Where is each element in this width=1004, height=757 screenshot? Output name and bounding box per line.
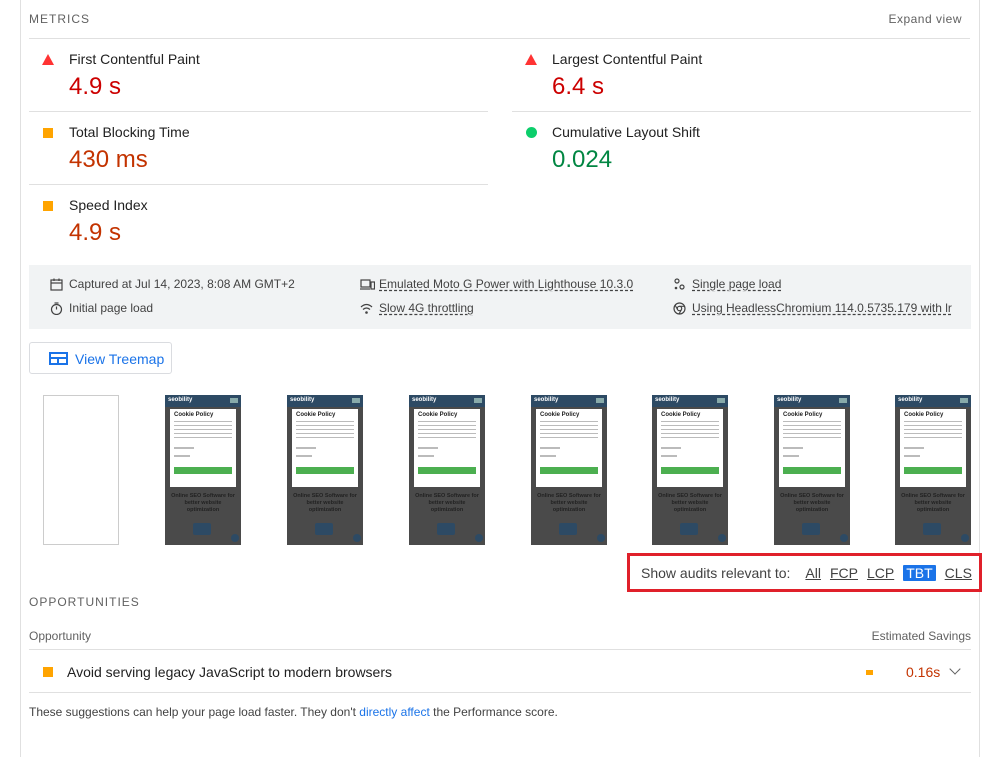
info-captured: Captured at Jul 14, 2023, 8:08 AM GMT+2 — [50, 277, 295, 291]
metric-label: First Contentful Paint — [69, 51, 200, 67]
devices-icon — [360, 278, 376, 291]
metrics-title: METRICS — [29, 12, 90, 26]
average-square-icon — [43, 667, 53, 677]
filmstrip-headline: Online SEO Software for better website o… — [415, 493, 479, 513]
filmstrip-frame: seobility Cookie Policy Online SEO Softw… — [652, 395, 728, 545]
average-square-icon — [43, 128, 53, 138]
metric-label: Total Blocking Time — [69, 124, 190, 140]
filmstrip-logo: seobility — [534, 397, 559, 403]
filter-cls-link[interactable]: CLS — [945, 565, 972, 581]
metric-value: 0.024 — [552, 146, 613, 173]
filmstrip-frame: seobility Cookie Policy Online SEO Softw… — [287, 395, 363, 545]
chrome-icon — [673, 301, 686, 315]
metric-value: 4.9 s — [69, 73, 122, 100]
fail-triangle-icon — [42, 54, 54, 65]
filmstrip-frame: seobility Cookie Policy Online SEO Softw… — [165, 395, 241, 545]
signal-icon — [360, 302, 373, 315]
filmstrip-logo: seobility — [290, 397, 315, 403]
opportunity-column-label: Opportunity — [29, 629, 92, 643]
treemap-icon — [49, 352, 68, 365]
filmstrip-card-title: Cookie Policy — [296, 412, 336, 418]
opportunity-label: Avoid serving legacy JavaScript to moder… — [67, 664, 393, 680]
metric-largest-contentful-paint: Largest Contentful Paint 6.4 s — [512, 39, 971, 112]
filmstrip-headline: Online SEO Software for better website o… — [293, 493, 357, 513]
filmstrip-logo: seobility — [168, 397, 193, 403]
opportunities-title: OPPORTUNITIES — [29, 595, 140, 609]
filmstrip-card-title: Cookie Policy — [783, 412, 823, 418]
filmstrip-frame: seobility Cookie Policy Online SEO Softw… — [409, 395, 485, 545]
pass-circle-icon — [526, 127, 537, 138]
filmstrip-card-title: Cookie Policy — [418, 412, 458, 418]
fail-triangle-icon — [525, 54, 537, 65]
metrics-header: METRICS Expand view — [29, 12, 970, 39]
filter-fcp-link[interactable]: FCP — [830, 565, 858, 581]
filmstrip-frame: seobility Cookie Policy Online SEO Softw… — [895, 395, 971, 545]
filmstrip-headline: Online SEO Software for better website o… — [537, 493, 601, 513]
average-square-icon — [43, 201, 53, 211]
directly-affect-link[interactable]: directly affect — [359, 705, 429, 719]
info-device[interactable]: Emulated Moto G Power with Lighthouse 10… — [360, 277, 633, 291]
filmstrip-logo: seobility — [412, 397, 437, 403]
info-browser[interactable]: Using HeadlessChromium 114.0.5735.179 wi… — [673, 301, 952, 315]
filmstrip-headline: Online SEO Software for better website o… — [901, 493, 965, 513]
metric-total-blocking-time: Total Blocking Time 430 ms — [29, 112, 488, 185]
metric-cumulative-layout-shift: Cumulative Layout Shift 0.024 — [512, 112, 971, 185]
audit-filter-highlight: Show audits relevant to: All FCP LCP TBT… — [627, 553, 982, 592]
filmstrip-frame-blank — [43, 395, 119, 545]
runtime-info-box: Captured at Jul 14, 2023, 8:08 AM GMT+2 … — [29, 265, 971, 329]
opportunity-row-legacy-javascript[interactable]: Avoid serving legacy JavaScript to moder… — [29, 651, 971, 693]
filter-lcp-link[interactable]: LCP — [867, 565, 894, 581]
filmstrip-frame: seobility Cookie Policy Online SEO Softw… — [531, 395, 607, 545]
metric-value: 6.4 s — [552, 73, 605, 100]
filmstrip-headline: Online SEO Software for better website o… — [171, 493, 235, 513]
info-captured-text: Captured at Jul 14, 2023, 8:08 AM GMT+2 — [69, 277, 295, 291]
metric-label: Cumulative Layout Shift — [552, 124, 700, 140]
filmstrip-card-title: Cookie Policy — [540, 412, 580, 418]
session-icon — [673, 277, 686, 291]
info-page-load[interactable]: Single page load — [673, 277, 781, 291]
metric-speed-index: Speed Index 4.9 s — [29, 185, 488, 258]
info-throttling[interactable]: Slow 4G throttling — [360, 301, 474, 315]
stopwatch-icon — [50, 301, 63, 315]
filmstrip-logo: seobility — [898, 397, 923, 403]
metric-value: 430 ms — [69, 146, 148, 173]
info-page-load-text[interactable]: Single page load — [692, 277, 781, 291]
view-treemap-label: View Treemap — [75, 351, 165, 367]
footer-text-before: These suggestions can help your page loa… — [29, 705, 360, 719]
filmstrip-card-title: Cookie Policy — [661, 412, 701, 418]
calendar-icon — [50, 278, 63, 291]
info-initial-load-text: Initial page load — [69, 301, 154, 315]
info-device-text[interactable]: Emulated Moto G Power with Lighthouse 10… — [379, 277, 633, 291]
filmstrip-logo: seobility — [655, 397, 680, 403]
filmstrip: seobility Cookie Policy Online SEO Softw… — [29, 395, 971, 545]
estimated-savings-column-label: Estimated Savings — [871, 629, 971, 643]
metric-value: 4.9 s — [69, 219, 122, 246]
filmstrip-frame: seobility Cookie Policy Online SEO Softw… — [774, 395, 850, 545]
footer-text-after: the Performance score. — [429, 705, 558, 719]
metric-first-contentful-paint: First Contentful Paint 4.9 s — [29, 39, 488, 112]
filmstrip-card-title: Cookie Policy — [904, 412, 944, 418]
info-throttling-text[interactable]: Slow 4G throttling — [379, 301, 474, 315]
metric-label: Speed Index — [69, 197, 148, 213]
audit-filter-label: Show audits relevant to: — [641, 565, 791, 581]
info-initial-load: Initial page load — [50, 301, 153, 315]
savings-bar — [866, 670, 873, 675]
filter-all-link[interactable]: All — [805, 565, 821, 581]
filmstrip-headline: Online SEO Software for better website o… — [780, 493, 844, 513]
filmstrip-headline: Online SEO Software for better website o… — [658, 493, 722, 513]
opportunities-column-header: Opportunity Estimated Savings — [29, 626, 971, 650]
opportunity-savings: 0.16s — [906, 664, 941, 680]
info-browser-text[interactable]: Using HeadlessChromium 114.0.5735.179 wi… — [692, 301, 952, 315]
chevron-down-icon[interactable] — [949, 663, 961, 675]
audit-filter: Show audits relevant to: All FCP LCP TBT… — [641, 565, 972, 581]
view-treemap-button[interactable]: View Treemap — [29, 342, 172, 374]
metric-label: Largest Contentful Paint — [552, 51, 703, 67]
opportunities-footer-note: These suggestions can help your page loa… — [29, 705, 558, 719]
filmstrip-card-title: Cookie Policy — [174, 412, 214, 418]
expand-view-toggle[interactable]: Expand view — [888, 12, 962, 26]
filmstrip-logo: seobility — [777, 397, 802, 403]
filter-tbt-link[interactable]: TBT — [903, 565, 936, 581]
